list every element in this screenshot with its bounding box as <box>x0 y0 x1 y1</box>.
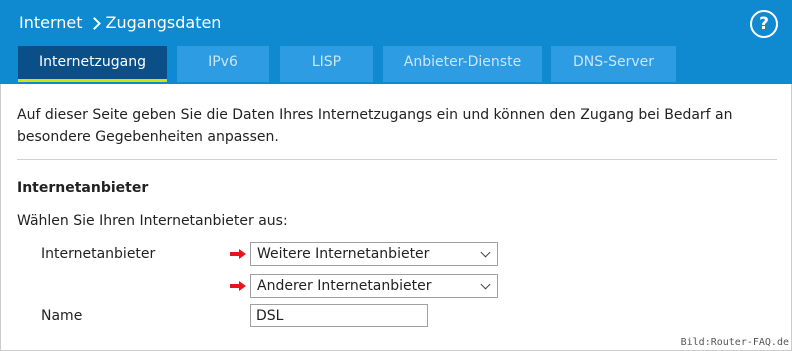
provider-label: Internetanbieter <box>41 246 156 262</box>
name-input[interactable] <box>250 304 428 327</box>
name-label: Name <box>41 308 83 324</box>
tab-dns-server[interactable]: DNS-Server <box>551 46 676 82</box>
header-bar: Internet Zugangsdaten ? Internetzugang I… <box>0 0 792 84</box>
chevron-right-icon <box>87 16 101 30</box>
provider-sub-select[interactable]: Anderer Internetanbieter <box>250 274 498 298</box>
provider-select-value: Weitere Internetanbieter <box>257 246 430 262</box>
provider-sub-select-value: Anderer Internetanbieter <box>257 278 432 294</box>
main-content: Auf dieser Seite geben Sie die Daten Ihr… <box>0 84 792 351</box>
breadcrumb: Internet Zugangsdaten <box>19 11 221 35</box>
breadcrumb-page: Zugangsdaten <box>105 13 222 32</box>
chevron-down-icon <box>480 247 491 258</box>
red-arrow-icon <box>230 249 246 259</box>
section-title: Internetanbieter <box>17 180 149 196</box>
divider <box>17 159 777 160</box>
tab-internetzugang[interactable]: Internetzugang <box>18 46 167 82</box>
chevron-down-icon <box>480 279 491 290</box>
red-arrow-icon <box>230 281 246 291</box>
help-icon[interactable]: ? <box>750 10 778 38</box>
provider-prompt: Wählen Sie Ihren Internetanbieter aus: <box>17 213 288 229</box>
intro-text: Auf dieser Seite geben Sie die Daten Ihr… <box>17 107 733 145</box>
tab-ipv6[interactable]: IPv6 <box>177 46 269 82</box>
breadcrumb-section[interactable]: Internet <box>19 11 83 35</box>
tab-lisp[interactable]: LISP <box>280 46 373 82</box>
watermark: Bild:Router-FAQ.de <box>680 337 789 348</box>
provider-select[interactable]: Weitere Internetanbieter <box>250 242 498 266</box>
tab-anbieter-dienste[interactable]: Anbieter-Dienste <box>383 46 542 82</box>
